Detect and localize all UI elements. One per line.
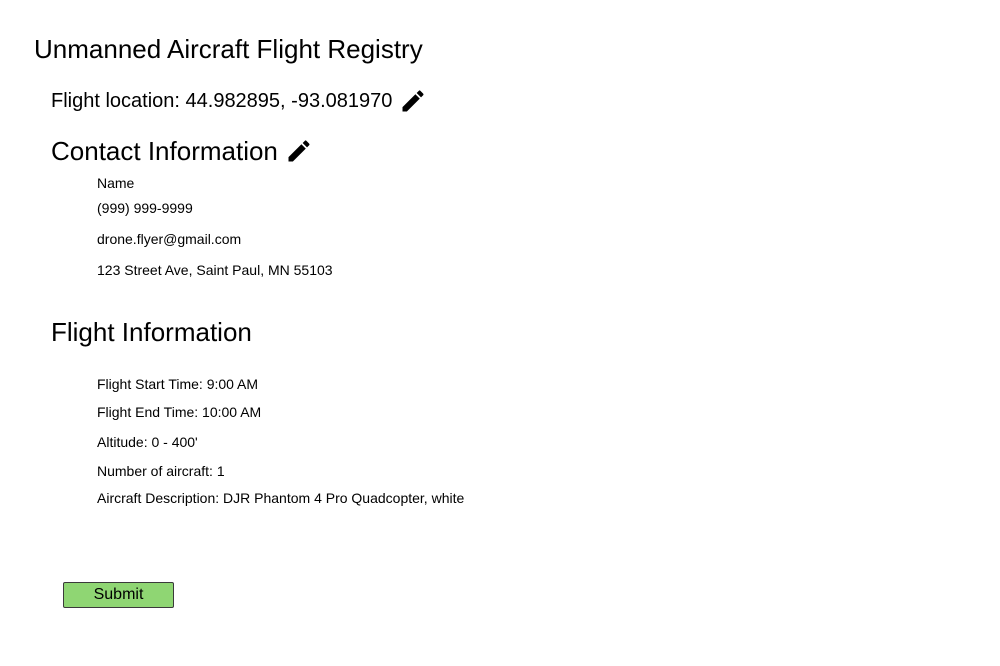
contact-email: drone.flyer@gmail.com bbox=[97, 231, 242, 247]
flight-altitude: Altitude: 0 - 400' bbox=[97, 434, 198, 450]
aircraft-description: Aircraft Description: DJR Phantom 4 Pro … bbox=[97, 490, 465, 506]
edit-location-pencil-icon[interactable] bbox=[399, 87, 427, 115]
pencil-icon bbox=[402, 90, 424, 112]
contact-address: 123 Street Ave, Saint Paul, MN 55103 bbox=[97, 262, 333, 278]
submit-button[interactable]: Submit bbox=[63, 582, 174, 608]
contact-heading-text: Contact Information bbox=[51, 136, 278, 166]
edit-contact-pencil-icon[interactable] bbox=[285, 137, 313, 165]
aircraft-count: Number of aircraft: 1 bbox=[97, 463, 225, 479]
contact-name: Name bbox=[97, 175, 135, 191]
flight-start-time: Flight Start Time: 9:00 AM bbox=[97, 376, 259, 392]
flight-information-heading: Flight Information bbox=[51, 316, 252, 348]
flight-location: Flight location: 44.982895, -93.081970 bbox=[51, 87, 427, 115]
flight-location-text: Flight location: 44.982895, -93.081970 bbox=[51, 90, 393, 112]
page-title: Unmanned Aircraft Flight Registry bbox=[34, 34, 423, 64]
contact-phone: (999) 999-9999 bbox=[97, 200, 193, 216]
pencil-icon bbox=[288, 140, 310, 162]
contact-information-heading: Contact Information bbox=[51, 135, 313, 167]
flight-end-time: Flight End Time: 10:00 AM bbox=[97, 404, 262, 420]
flight-heading-text: Flight Information bbox=[51, 317, 252, 347]
